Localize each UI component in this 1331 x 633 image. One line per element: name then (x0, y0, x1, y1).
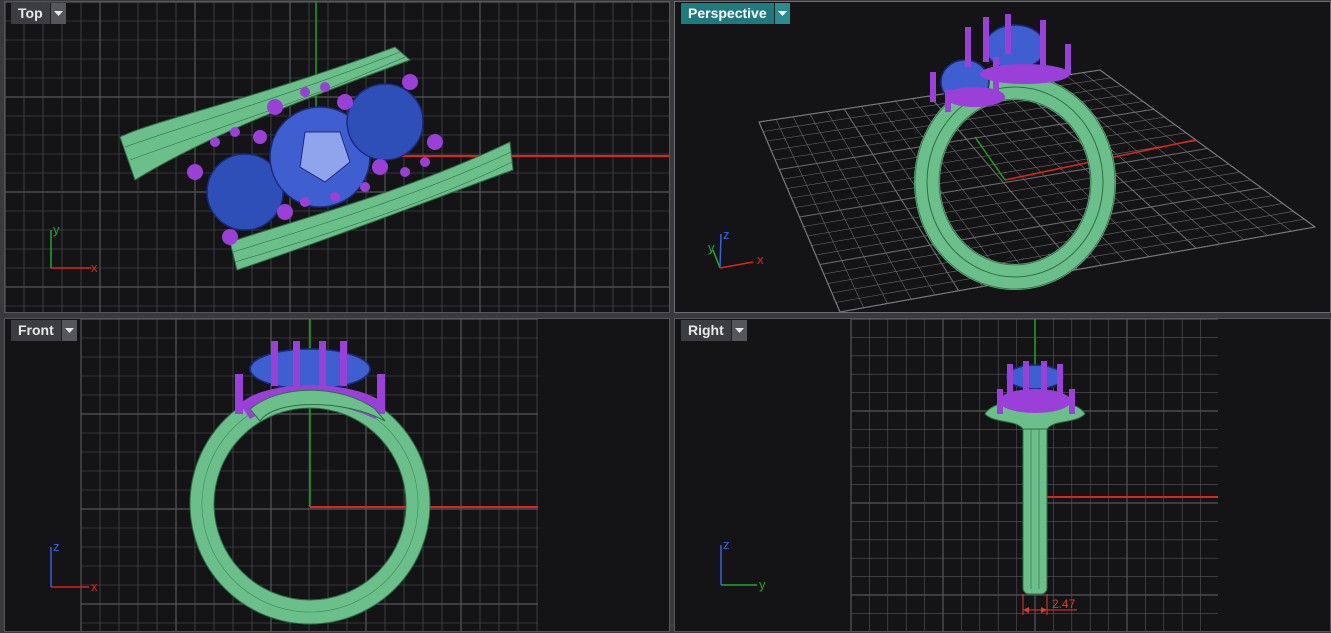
axis-gizmo: x y z (708, 227, 764, 269)
axis-label-z: z (53, 539, 60, 554)
dimension-annotation: 2.47 (1022, 594, 1077, 615)
chevron-down-icon[interactable] (49, 3, 66, 24)
axis-label-y: y (708, 240, 715, 255)
viewport-title[interactable]: Top (11, 3, 50, 24)
top-view-scene[interactable]: x y (5, 2, 670, 313)
viewport-tab-perspective[interactable]: Perspective (681, 3, 790, 24)
axis-gizmo: y z (720, 537, 766, 592)
viewport-title[interactable]: Perspective (681, 3, 774, 24)
viewport-tab-top[interactable]: Top (11, 3, 66, 24)
viewport-right[interactable]: Right 2.47 y z (674, 318, 1331, 632)
chevron-down-icon[interactable] (60, 320, 77, 341)
dimension-value: 2.47 (1052, 597, 1076, 611)
ring-model (984, 361, 1086, 595)
axis-label-z: z (723, 537, 730, 552)
viewport-tab-right[interactable]: Right (681, 320, 747, 341)
axis-label-y: y (53, 222, 60, 237)
right-view-scene[interactable]: 2.47 y z (675, 319, 1331, 632)
axis-label-z: z (723, 227, 730, 242)
viewport-tab-front[interactable]: Front (11, 320, 77, 341)
front-view-scene[interactable]: x z (5, 319, 670, 632)
ring-model (119, 46, 514, 271)
viewport-title[interactable]: Right (681, 320, 731, 341)
viewport-top[interactable]: Top x y (4, 1, 670, 313)
viewport-front[interactable]: Front x z (4, 318, 670, 632)
axis-label-x: x (91, 260, 98, 275)
chevron-down-icon[interactable] (730, 320, 747, 341)
chevron-down-icon[interactable] (773, 3, 790, 24)
axis-label-x: x (757, 252, 764, 267)
axis-label-y: y (759, 577, 766, 592)
perspective-view-scene[interactable]: x y z (675, 2, 1331, 313)
viewport-title[interactable]: Front (11, 320, 61, 341)
axis-label-x: x (91, 579, 98, 594)
viewport-perspective[interactable]: Perspective x y z (674, 1, 1331, 313)
